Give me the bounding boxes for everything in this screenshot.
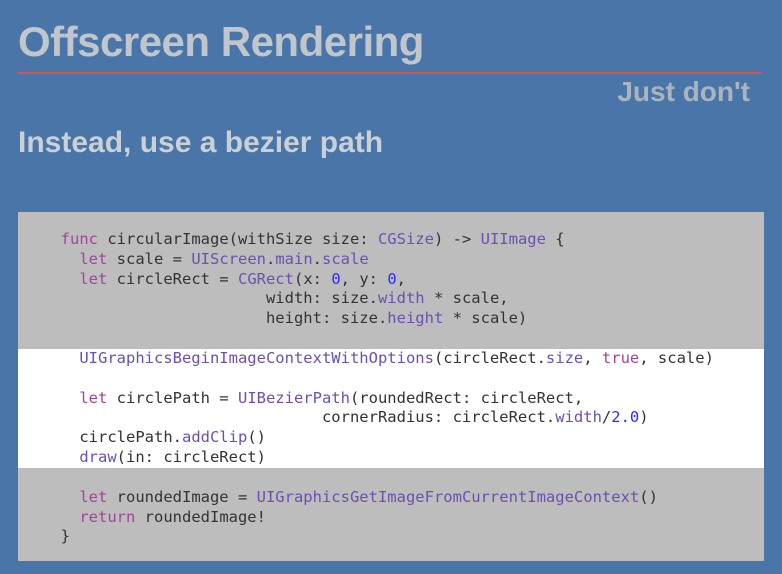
code-block: func circularImage(withSize size: CGSize… [18, 212, 764, 561]
code-line-13: } [18, 527, 764, 547]
code-line-12: return roundedImage! [18, 508, 764, 528]
code-line-6: UIGraphicsBeginImageContextWithOptions(c… [18, 349, 764, 369]
kw-func: func [61, 230, 98, 248]
code-line-1: func circularImage(withSize size: CGSize… [18, 230, 764, 250]
code-line-3: let circleRect = CGRect(x: 0, y: 0, [18, 270, 764, 290]
code-line-10: draw(in: circleRect) [18, 448, 764, 468]
slide-title: Offscreen Rendering [0, 0, 782, 72]
slide-subtitle: Just don't [0, 76, 782, 108]
code-line-11: let roundedImage = UIGraphicsGetImageFro… [18, 488, 764, 508]
code-blank-2 [18, 369, 764, 389]
highlight-band: UIGraphicsBeginImageContextWithOptions(c… [18, 349, 764, 468]
code-line-9: circlePath.addClip() [18, 428, 764, 448]
code-line-2: let scale = UIScreen.main.scale [18, 250, 764, 270]
code-blank-1 [18, 329, 764, 349]
slide-heading: Instead, use a bezier path [0, 126, 782, 160]
code-line-4: width: size.width * scale, [18, 289, 764, 309]
title-underline [18, 72, 762, 74]
code-line-7: let circlePath = UIBezierPath(roundedRec… [18, 389, 764, 409]
code-line-5: height: size.height * scale) [18, 309, 764, 329]
code-blank-3 [18, 468, 764, 488]
code-line-8: cornerRadius: circleRect.width/2.0) [18, 408, 764, 428]
